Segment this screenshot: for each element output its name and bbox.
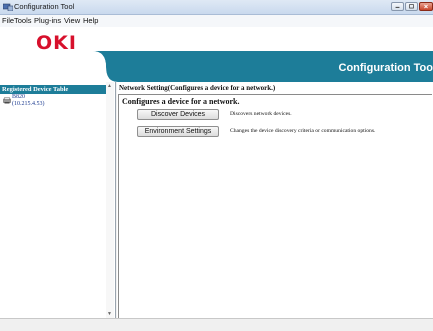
menu-view[interactable]: View [64,15,80,27]
settings-frame: Configures a device for a network. Disco… [118,94,432,319]
window-title: Configuration Tool [14,1,74,13]
environment-settings-description: Changes the device discovery criteria or… [230,128,375,135]
maximize-button[interactable] [405,2,418,11]
device-item-ip[interactable]: (10.215.4.53) [12,101,45,108]
header-title: Configuration Too [339,62,433,74]
section-subtitle: Configures a device for a network. [122,97,239,107]
scroll-down-icon[interactable]: ▼ [107,311,112,317]
menu-plugins[interactable]: Plug-ins [34,15,61,27]
menu-tools[interactable]: Tools [14,15,32,27]
device-table-scrollbar[interactable]: ▲ ▼ [106,82,114,318]
title-bar[interactable]: Configuration Tool [0,0,433,15]
device-table-header: Registered Device Table [0,85,114,94]
minimize-button[interactable] [391,2,404,11]
menu-bar: File Tools Plug-ins View Help [0,15,433,27]
printer-icon [3,97,11,104]
section-title: Network Setting(Configures a device for … [119,84,275,93]
status-bar [0,318,433,331]
menu-help[interactable]: Help [83,15,98,27]
close-button[interactable] [419,2,433,11]
maximize-icon [406,3,417,10]
app-icon [3,3,13,11]
settings-panel: Network Setting(Configures a device for … [117,82,433,318]
minimize-icon [392,3,403,10]
device-table-panel: Registered Device Table B820 (10.215.4.5… [0,82,116,318]
device-item-name[interactable]: B820 [12,94,25,101]
menu-file[interactable]: File [2,15,14,27]
header-banner: OKI Configuration Too [0,27,433,82]
application-window: Configuration Tool File Tools Plug-ins V… [0,0,433,330]
scroll-up-icon[interactable]: ▲ [107,83,112,89]
oki-logo: OKI [36,32,77,54]
close-icon [420,3,432,10]
environment-settings-button[interactable]: Environment Settings [137,126,219,137]
device-table-heading: Registered Device Table [2,85,68,94]
discover-devices-description: Discovers network devices. [230,111,292,118]
discover-devices-button[interactable]: Discover Devices [137,109,219,120]
